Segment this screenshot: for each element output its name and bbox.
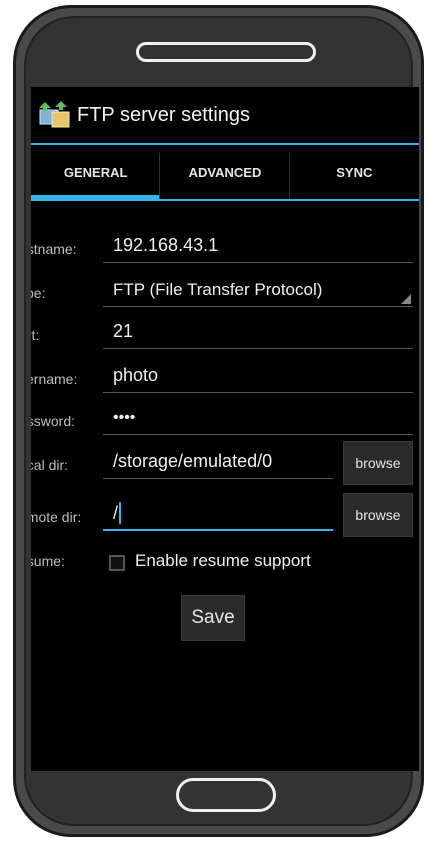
remote-browse-button[interactable]: browse — [343, 493, 413, 537]
type-row: ype: FTP (File Transfer Protocol) — [31, 273, 419, 317]
text-cursor — [119, 502, 122, 524]
remote-dir-row: emote dir: / browse — [31, 493, 419, 541]
username-row: sername: photo — [31, 359, 419, 403]
port-label: ort: — [31, 327, 40, 343]
hostname-row: ostname: 192.168.43.1 — [31, 229, 419, 273]
title-bar: FTP server settings — [31, 87, 419, 145]
resume-checkbox-label[interactable]: Enable resume support — [135, 551, 311, 571]
local-dir-row: ocal dir: /storage/emulated/0 browse — [31, 441, 419, 489]
speaker-grille — [136, 42, 316, 62]
password-field[interactable]: •••• — [103, 401, 413, 435]
username-label: sername: — [31, 371, 78, 387]
local-browse-button[interactable]: browse — [343, 441, 413, 485]
ftp-app-icon — [39, 100, 71, 130]
type-label: ype: — [31, 285, 46, 301]
type-value: FTP (File Transfer Protocol) — [113, 279, 323, 299]
remote-dir-label: emote dir: — [31, 509, 82, 525]
tab-general[interactable]: GENERAL — [31, 145, 161, 199]
type-spinner[interactable]: FTP (File Transfer Protocol) — [103, 273, 413, 307]
tab-bar: GENERAL ADVANCED SYNC — [31, 145, 419, 201]
password-row: assword: •••• — [31, 401, 419, 445]
password-label: assword: — [31, 413, 76, 429]
dropdown-arrow-icon — [401, 294, 411, 304]
local-dir-label: ocal dir: — [31, 457, 69, 473]
remote-dir-field[interactable]: / — [103, 497, 333, 531]
local-dir-field[interactable]: /storage/emulated/0 — [103, 445, 333, 479]
app-screen: FTP server settings GENERAL ADVANCED SYN… — [31, 87, 419, 771]
save-button[interactable]: Save — [181, 595, 245, 641]
home-button[interactable] — [176, 778, 276, 812]
resume-checkbox[interactable] — [109, 555, 125, 571]
hostname-field[interactable]: 192.168.43.1 — [103, 229, 413, 263]
resume-label: esume: — [31, 553, 65, 569]
port-row: ort: 21 — [31, 315, 419, 359]
hostname-label: ostname: — [31, 241, 77, 257]
app-title: FTP server settings — [77, 103, 251, 126]
tab-advanced[interactable]: ADVANCED — [160, 145, 290, 199]
tab-sync[interactable]: SYNC — [290, 145, 419, 199]
resume-row: esume: Enable resume support — [31, 547, 419, 591]
username-field[interactable]: photo — [103, 359, 413, 393]
port-field[interactable]: 21 — [103, 315, 413, 349]
remote-dir-value: / — [113, 502, 119, 523]
